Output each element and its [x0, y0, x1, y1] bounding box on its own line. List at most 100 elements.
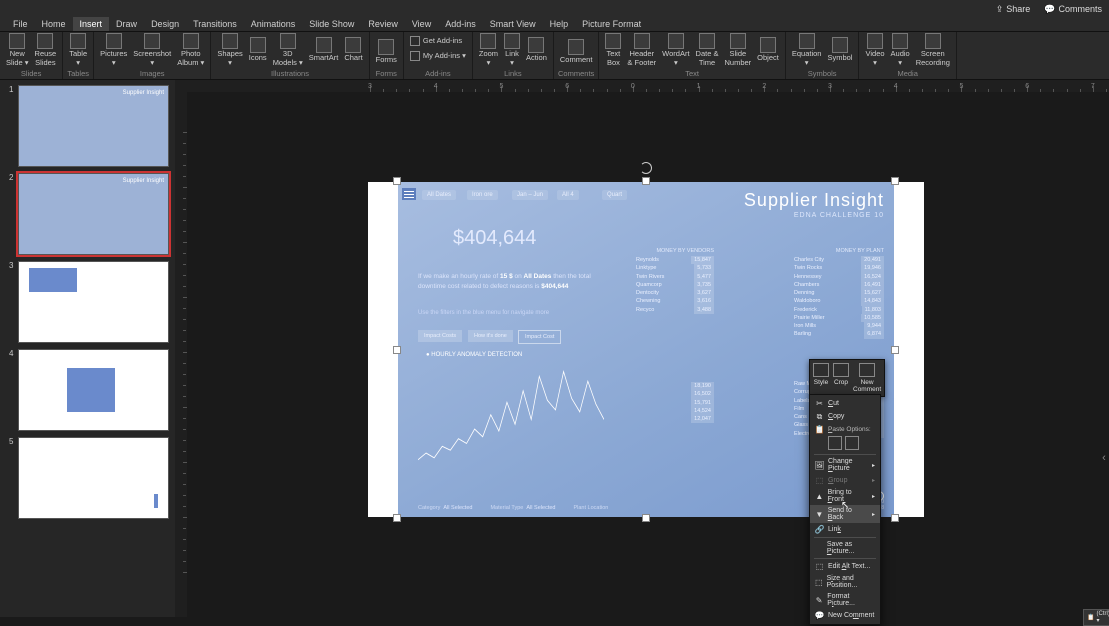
ribbon-btn-reuse[interactable]: ReuseSlides: [33, 31, 59, 68]
horizontal-ruler: 345601234567893: [175, 80, 1109, 92]
ribbon-btn-shapes[interactable]: Shapes▾: [215, 31, 244, 68]
menu-view[interactable]: View: [405, 17, 438, 31]
slide-panel[interactable]: 1Supplier Insight2Supplier Insight345: [0, 80, 175, 617]
menu-design[interactable]: Design: [144, 17, 186, 31]
ribbon-btn-wordart[interactable]: WordArt▾: [660, 31, 691, 68]
ctx-link[interactable]: 🔗Link: [810, 523, 880, 536]
ctx-send-to-back[interactable]: ▼Send to Back▸: [810, 505, 880, 523]
vendors-table: MONEY BY VENDORS Reynolds15,847Linktype5…: [636, 248, 714, 314]
ribbon-group-add-ins: Get Add-insMy Add-ins ▾Add-ins: [404, 32, 473, 79]
ctx-paste-options-: 📋Paste Options:: [810, 423, 880, 435]
ribbon-btn-smartart[interactable]: SmartArt: [307, 35, 341, 64]
paste-option-0[interactable]: [828, 436, 842, 450]
hint-text: Use the filters in the blue menu for nav…: [418, 310, 549, 316]
minitb-crop[interactable]: Crop: [833, 363, 849, 393]
context-menu[interactable]: ✂Cut⧉Copy📋Paste Options: 🖼Change Picture▸…: [809, 394, 881, 625]
dash-filter-4: Quart: [602, 190, 627, 200]
ribbon-btn-text[interactable]: TextBox: [603, 31, 623, 68]
ribbon-group-forms: FormsForms: [370, 32, 404, 79]
comments-button[interactable]: 💬Comments: [1041, 2, 1105, 17]
ribbon-btn-screen[interactable]: ScreenRecording: [914, 31, 952, 68]
menu-picture-format[interactable]: Picture Format: [575, 17, 648, 31]
material-slots: 18,19016,50215,79114,52412,047: [636, 382, 714, 423]
ribbon-btn-comment[interactable]: Comment: [558, 37, 595, 66]
menu-insert[interactable]: Insert: [73, 17, 110, 31]
ribbon-btn--d[interactable]: 3DModels ▾: [271, 31, 305, 68]
ribbon-btn-video[interactable]: Video▾: [863, 31, 886, 68]
ribbon-btn-pictures[interactable]: Pictures▾: [98, 31, 129, 68]
ribbon-btn-action[interactable]: Action: [524, 35, 549, 64]
ribbon-btn-link[interactable]: Link▾: [502, 31, 522, 68]
dash-filter-3: All 4: [557, 190, 579, 200]
ribbon-btn-slide[interactable]: SlideNumber: [722, 31, 753, 68]
dash-filter-1: Iron ore: [467, 190, 498, 200]
ctx-group: ⬚Group▸: [810, 474, 880, 487]
hamburger-icon: [402, 188, 416, 200]
menu-home[interactable]: Home: [35, 17, 73, 31]
pill-2: Impact Cost: [518, 330, 561, 344]
menu-slide-show[interactable]: Slide Show: [302, 17, 361, 31]
menu-help[interactable]: Help: [543, 17, 576, 31]
ctx-copy[interactable]: ⧉Copy: [810, 410, 880, 423]
menu-draw[interactable]: Draw: [109, 17, 144, 31]
ribbon-group-images: Pictures▾Screenshot▾PhotoAlbum ▾Images: [94, 32, 211, 79]
menu-file[interactable]: File: [6, 17, 35, 31]
share-button[interactable]: ⇪Share: [993, 2, 1034, 17]
ribbon-btn-my-add-ins-[interactable]: My Add-ins ▾: [408, 49, 468, 63]
ctx-change-picture[interactable]: 🖼Change Picture▸: [810, 456, 880, 474]
ctx-format-picture-[interactable]: ✎Format Picture...: [810, 591, 880, 609]
minitb-new[interactable]: New Comment: [853, 363, 881, 393]
dashboard-footer: Category All Selected Material Type All …: [418, 505, 608, 511]
slide-thumb-2[interactable]: 2Supplier Insight: [18, 173, 169, 255]
pane-collapse-chevron[interactable]: ‹: [1099, 450, 1109, 466]
title-bar: ⇪Share 💬Comments: [0, 0, 1109, 18]
ribbon-btn-photo[interactable]: PhotoAlbum ▾: [175, 31, 206, 68]
ctx-bring-to-front[interactable]: ▲Bring to Front▸: [810, 487, 880, 505]
dash-filter-2: Jan – Jun: [512, 190, 548, 200]
ribbon-btn-zoom[interactable]: Zoom▾: [477, 31, 500, 68]
line-chart: [418, 362, 604, 477]
ribbon-btn-forms[interactable]: Forms: [374, 37, 399, 66]
menu-smart-view[interactable]: Smart View: [483, 17, 543, 31]
ctx-save-as-picture-[interactable]: Save as Picture...: [810, 539, 880, 557]
ribbon-group-text: TextBoxHeader& FooterWordArt▾Date &TimeS…: [599, 32, 785, 79]
ribbon-btn-icons[interactable]: Icons: [247, 35, 269, 64]
ctx-cut[interactable]: ✂Cut: [810, 397, 880, 410]
ribbon-btn-symbol[interactable]: Symbol: [825, 35, 854, 64]
paste-smart-tag[interactable]: 📋(Ctrl) ▾: [1083, 609, 1109, 626]
minitb-style[interactable]: Style: [813, 363, 829, 393]
ribbon-group-links: Zoom▾Link▾ActionLinks: [473, 32, 554, 79]
pill-0: Impact Costs: [418, 330, 462, 342]
slide-thumb-1[interactable]: 1Supplier Insight: [18, 85, 169, 167]
ribbon-btn-screenshot[interactable]: Screenshot▾: [131, 31, 173, 68]
menu-transitions[interactable]: Transitions: [186, 17, 244, 31]
ribbon-btn-new[interactable]: NewSlide ▾: [4, 31, 31, 68]
ribbon-btn-audio[interactable]: Audio▾: [889, 31, 912, 68]
menu-animations[interactable]: Animations: [244, 17, 303, 31]
slide-thumb-3[interactable]: 3: [18, 261, 169, 343]
paste-option-1[interactable]: [845, 436, 859, 450]
rotate-handle[interactable]: [640, 162, 652, 174]
ribbon-btn-equation[interactable]: Equation▾: [790, 31, 824, 68]
ribbon-group-comments: CommentComments: [554, 32, 600, 79]
ribbon-btn-table[interactable]: Table▾: [67, 31, 89, 68]
ribbon-group-media: Video▾Audio▾ScreenRecordingMedia: [859, 32, 956, 79]
ctx-new-comment[interactable]: 💬New Comment: [810, 609, 880, 622]
slide-thumb-4[interactable]: 4: [18, 349, 169, 431]
ribbon-btn-object[interactable]: Object: [755, 35, 781, 64]
slide-thumb-5[interactable]: 5: [18, 437, 169, 519]
ribbon-group-illustrations: Shapes▾Icons3DModels ▾SmartArtChartIllus…: [211, 32, 369, 79]
kpi-paragraph: If we make an hourly rate of 15 $ on All…: [418, 272, 618, 292]
ribbon-group-symbols: Equation▾SymbolSymbols: [786, 32, 860, 79]
ribbon-btn-get-add-ins[interactable]: Get Add-ins: [408, 34, 464, 48]
ribbon-group-slides: NewSlide ▾ReuseSlidesSlides: [0, 32, 63, 79]
ribbon-btn-date-[interactable]: Date &Time: [694, 31, 721, 68]
ribbon-btn-header[interactable]: Header& Footer: [625, 31, 658, 68]
menu-add-ins[interactable]: Add-ins: [438, 17, 483, 31]
mini-toolbar[interactable]: StyleCropNew Comment: [809, 359, 885, 397]
ctx-edit-alt-text-[interactable]: ⬚Edit Alt Text...: [810, 560, 880, 573]
slide-editor[interactable]: All DatesIron oreJan – JunAll 4Quart Sup…: [187, 92, 1109, 617]
ribbon-btn-chart[interactable]: Chart: [342, 35, 364, 64]
ctx-size-and-position-[interactable]: ⬚Size and Position...: [810, 573, 880, 591]
menu-review[interactable]: Review: [361, 17, 405, 31]
